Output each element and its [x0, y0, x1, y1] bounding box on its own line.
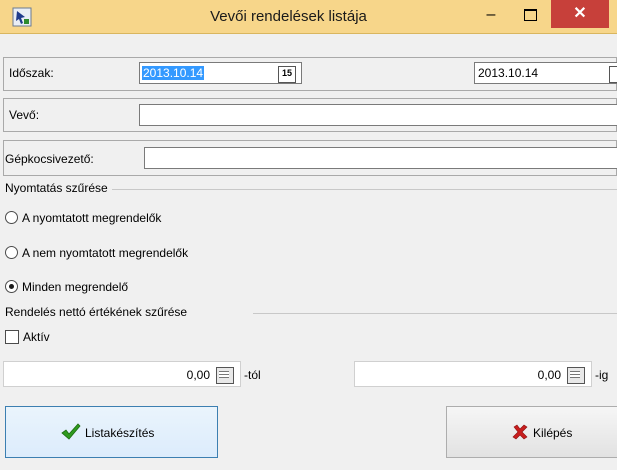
radio-printed[interactable] — [5, 211, 18, 224]
net-to-suffix: -ig — [595, 368, 609, 382]
close-button[interactable]: ✕ — [551, 0, 609, 28]
radio-printed-label[interactable]: A nyomtatott megrendelők — [22, 211, 161, 225]
run-report-label: Listakészítés — [85, 426, 155, 440]
close-x-icon — [512, 424, 528, 443]
net-to-field[interactable]: 0,00 — [354, 361, 592, 387]
period-to-date-field[interactable]: 2013.10.14 — [474, 62, 617, 84]
radio-all-label[interactable]: Minden megrendelő — [22, 280, 128, 294]
calculator-icon[interactable] — [567, 367, 585, 384]
print-filter-divider — [112, 189, 617, 190]
active-checkbox-label[interactable]: Aktív — [23, 330, 50, 344]
calendar-icon[interactable] — [609, 66, 617, 83]
calendar-icon[interactable]: 15 — [278, 66, 296, 83]
net-from-value: 0,00 — [186, 368, 210, 382]
driver-input[interactable] — [144, 147, 617, 169]
minimize-button[interactable]: – — [476, 2, 506, 28]
radio-not-printed-label[interactable]: A nem nyomtatott megrendelők — [22, 246, 188, 260]
period-label: Időszak: — [9, 66, 54, 80]
exit-label: Kilépés — [533, 426, 573, 440]
net-filter-title: Rendelés nettó értékének szűrése — [5, 305, 188, 319]
checkmark-icon — [61, 423, 81, 444]
calculator-icon[interactable] — [216, 367, 234, 384]
driver-label: Gépkocsivezető: — [5, 152, 94, 166]
net-from-field[interactable]: 0,00 — [3, 361, 241, 387]
maximize-button[interactable] — [515, 2, 545, 28]
net-filter-divider — [253, 313, 617, 314]
net-to-value: 0,00 — [537, 368, 561, 382]
period-from-value: 2013.10.14 — [142, 66, 205, 80]
customer-input[interactable] — [139, 104, 617, 126]
period-from-date-field[interactable]: 2013.10.14 15 — [139, 62, 302, 84]
radio-all[interactable] — [5, 280, 18, 293]
customer-label: Vevő: — [9, 108, 40, 122]
net-from-suffix: -tól — [244, 368, 261, 382]
run-report-button[interactable]: Listakészítés — [5, 406, 218, 458]
period-to-value: 2013.10.14 — [478, 66, 539, 80]
radio-not-printed[interactable] — [5, 246, 18, 259]
active-checkbox[interactable] — [5, 330, 19, 344]
print-filter-title: Nyomtatás szűrése — [5, 181, 108, 195]
exit-button[interactable]: Kilépés — [446, 406, 617, 458]
